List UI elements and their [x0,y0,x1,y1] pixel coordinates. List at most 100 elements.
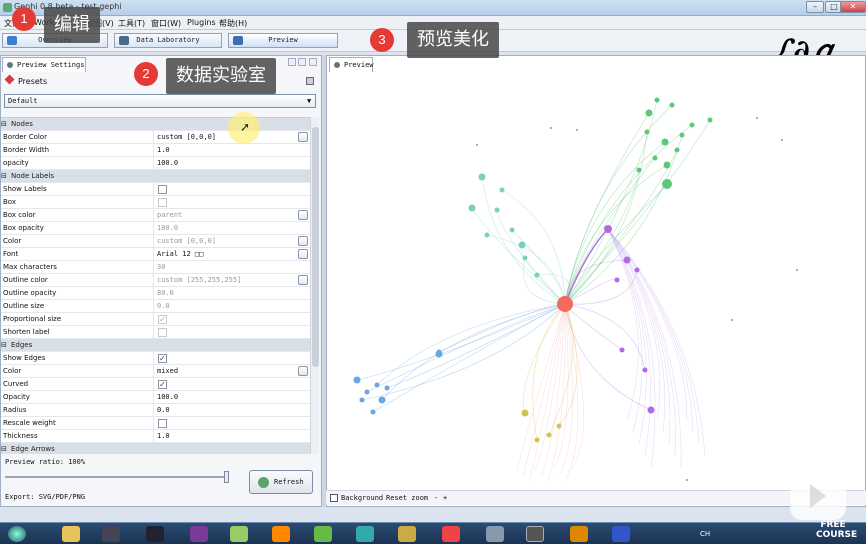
property-value[interactable]: mixed [157,365,287,377]
property-row[interactable]: Box color parent [1,209,310,222]
graph-node[interactable] [604,225,612,233]
property-row[interactable]: Show Labels [1,183,310,196]
property-value[interactable]: 1.0 [157,430,287,442]
property-value[interactable]: Arial 12 □□ [157,248,287,260]
property-value[interactable]: 0.0 [157,404,287,416]
property-row[interactable]: Color custom [0,0,0] [1,235,310,248]
preview-ratio-slider[interactable] [5,471,229,483]
menu-window[interactable]: 窗口(W) [151,18,181,29]
graph-preview-canvas[interactable] [327,70,866,500]
graph-node[interactable] [669,102,675,108]
graph-node[interactable] [384,385,390,391]
property-row[interactable]: Border Width 1.0 [1,144,310,157]
graph-node[interactable] [674,147,680,153]
preview-button[interactable]: Preview [228,33,338,48]
start-button-icon[interactable] [8,526,26,542]
refresh-button[interactable]: Refresh [249,470,313,494]
graph-node[interactable] [468,204,476,212]
property-row[interactable]: opacity 100.0 [1,157,310,170]
collapse-icon[interactable]: ⊟ [1,341,7,349]
collapse-icon[interactable]: ⊟ [1,120,7,128]
property-value[interactable]: 100.0 [157,391,287,403]
graph-node[interactable] [662,179,672,189]
graph-node[interactable] [546,432,552,438]
property-row[interactable]: Proportional size ✓ [1,313,310,326]
property-row[interactable]: Rescale weight [1,417,310,430]
graph-node[interactable] [509,227,515,233]
menu-plugins[interactable]: Plugins [187,18,216,27]
property-value[interactable]: 80.0 [157,287,287,299]
graph-node[interactable] [499,187,505,193]
property-category[interactable]: ⊟ Edges [1,339,310,352]
slider-knob[interactable] [224,471,229,483]
graph-node[interactable] [364,389,370,395]
property-value[interactable]: 100.0 [157,157,287,169]
property-row[interactable]: Max characters 30 [1,261,310,274]
property-value[interactable]: 0.0 [157,300,287,312]
graph-node[interactable] [521,409,529,417]
export-label[interactable]: Export: SVG/PDF/PNG [5,493,85,501]
graph-node[interactable] [522,255,528,261]
chrome-icon[interactable] [442,526,460,542]
explorer-icon[interactable] [62,526,80,542]
property-row[interactable]: Opacity 100.0 [1,391,310,404]
property-value[interactable]: 100.0 [157,222,287,234]
graph-node[interactable] [634,267,640,273]
property-row[interactable]: Border Color custom [0,0,0] [1,131,310,144]
graph-node[interactable] [686,479,688,481]
menu-tools[interactable]: 工具(T) [118,18,145,29]
property-row[interactable]: Radius 0.0 [1,404,310,417]
property-row[interactable]: Shorten label [1,326,310,339]
graph-node[interactable] [756,117,758,119]
zoom-out-button[interactable]: - [434,491,438,505]
graph-node[interactable] [370,409,376,415]
tab-preview-settings[interactable]: Preview Settings [2,57,86,72]
data-laboratory-button[interactable]: Data Laboratory [114,33,222,48]
graph-node[interactable] [707,117,713,123]
graph-node[interactable] [663,161,671,169]
property-checkbox[interactable] [158,328,167,337]
graph-node[interactable] [619,347,625,353]
app-icon-8[interactable] [570,526,588,542]
graph-node[interactable] [679,132,685,138]
app-icon-2[interactable] [190,526,208,542]
app-icon-9[interactable] [612,526,630,542]
property-row[interactable]: Show Edges ✓ [1,352,310,365]
property-value[interactable]: custom [255,255,255] [157,274,287,286]
graph-node[interactable] [642,367,648,373]
ellipsis-button[interactable] [298,366,308,376]
property-value[interactable]: parent [157,209,287,221]
close-button[interactable]: ✕ [840,1,866,13]
graph-node[interactable] [781,139,783,141]
zoom-in-button[interactable]: + [443,491,447,505]
tab-preview[interactable]: Preview [329,57,374,72]
graph-node[interactable] [623,256,631,264]
graph-node[interactable] [556,423,562,429]
property-row[interactable]: Box opacity 100.0 [1,222,310,235]
graph-node[interactable] [731,319,733,321]
graph-node[interactable] [636,167,642,173]
property-category[interactable]: ⊟ Node Labels [1,170,310,183]
app-icon-5[interactable] [356,526,374,542]
graph-node[interactable] [557,296,573,312]
property-value[interactable]: 30 [157,261,287,273]
ellipsis-button[interactable] [298,132,308,142]
graph-node[interactable] [689,122,695,128]
graph-node[interactable] [478,173,486,181]
property-value[interactable]: 1.0 [157,144,287,156]
app-icon-7[interactable] [486,526,504,542]
graph-node[interactable] [576,129,578,131]
property-scrollbar[interactable] [310,117,319,454]
graph-node[interactable] [494,207,500,213]
preset-select[interactable]: Default ▼ [4,94,316,108]
property-row[interactable]: Outline size 0.0 [1,300,310,313]
app-icon-6[interactable] [398,526,416,542]
property-value[interactable]: custom [0,0,0] [157,235,287,247]
language-indicator[interactable]: CH [700,530,710,538]
panel-menu-icon[interactable] [309,58,317,66]
property-checkbox[interactable] [158,419,167,428]
graph-node[interactable] [353,376,361,384]
property-checkbox[interactable]: ✓ [158,354,167,363]
collapse-icon[interactable]: ⊟ [1,445,7,453]
ellipsis-button[interactable] [298,236,308,246]
